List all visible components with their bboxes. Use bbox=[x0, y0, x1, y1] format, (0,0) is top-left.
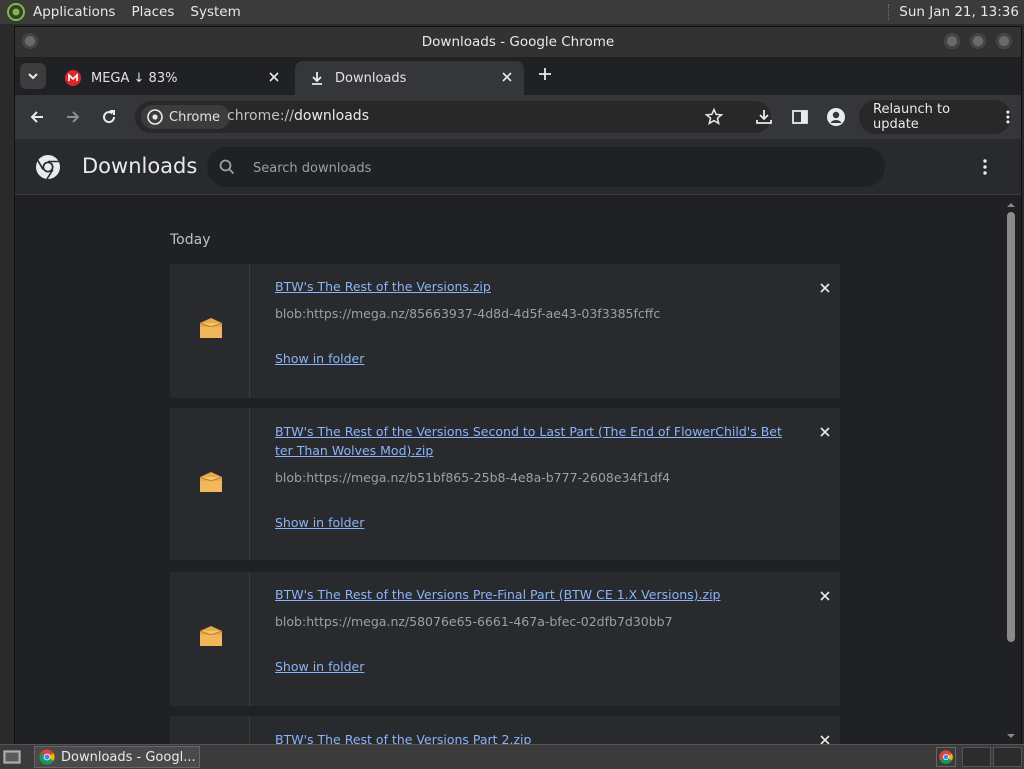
mega-icon bbox=[65, 70, 81, 86]
address-bar[interactable]: Chrome chrome://downloads bbox=[135, 101, 771, 133]
chrome-logo-icon bbox=[39, 749, 55, 765]
profile-avatar-icon[interactable] bbox=[826, 107, 846, 127]
download-filename-link[interactable]: BTW's The Rest of the Versions Second to… bbox=[275, 422, 785, 460]
archive-file-icon bbox=[199, 472, 223, 492]
relaunch-to-update-button[interactable]: Relaunch to update bbox=[859, 100, 1011, 134]
panel-clock[interactable]: Sun Jan 21, 13:36 bbox=[888, 4, 1019, 20]
archive-file-icon bbox=[199, 626, 223, 646]
url-text[interactable]: chrome://downloads bbox=[227, 108, 369, 124]
file-icon-area bbox=[170, 264, 250, 398]
download-source-url: blob:https://mega.nz/b51bf865-25b8-4e8a-… bbox=[275, 470, 671, 485]
window-titlebar[interactable]: Downloads - Google Chrome bbox=[15, 27, 1021, 57]
site-chip-label: Chrome bbox=[169, 109, 220, 125]
close-icon[interactable] bbox=[818, 281, 832, 295]
close-icon[interactable] bbox=[818, 733, 832, 744]
date-section-label: Today bbox=[170, 232, 211, 248]
tab-search-button[interactable] bbox=[20, 63, 46, 89]
page-title: Downloads bbox=[82, 154, 198, 178]
forward-arrow-icon[interactable] bbox=[63, 107, 83, 127]
download-item: BTW's The Rest of the Versions.zip blob:… bbox=[170, 264, 840, 398]
url-host: downloads bbox=[294, 108, 369, 124]
new-tab-icon[interactable] bbox=[537, 66, 553, 82]
scroll-up-icon[interactable] bbox=[1007, 201, 1015, 209]
downloads-list: Today BTW's The Rest of the Versions.zip… bbox=[15, 198, 1003, 744]
archive-file-icon bbox=[199, 318, 223, 338]
url-scheme: chrome:// bbox=[227, 108, 294, 124]
menu-applications[interactable]: Applications bbox=[33, 4, 115, 20]
tab-downloads[interactable]: Downloads bbox=[295, 61, 524, 95]
page-scrollbar[interactable] bbox=[1004, 198, 1018, 744]
distro-logo-icon[interactable] bbox=[7, 3, 25, 21]
more-vert-icon bbox=[1006, 110, 1010, 124]
tab-mega[interactable]: MEGA ↓ 83% bbox=[51, 61, 291, 95]
close-icon[interactable] bbox=[818, 589, 832, 603]
workspace-switcher[interactable] bbox=[962, 747, 1022, 767]
scroll-down-icon[interactable] bbox=[1007, 732, 1015, 740]
more-vert-icon[interactable] bbox=[975, 157, 995, 177]
download-filename-link[interactable]: BTW's The Rest of the Versions.zip bbox=[275, 277, 785, 296]
maximize-button[interactable] bbox=[969, 33, 987, 51]
download-filename-link[interactable]: BTW's The Rest of the Versions Part 2.zi… bbox=[275, 730, 785, 744]
chrome-tray-icon[interactable] bbox=[936, 747, 956, 767]
show-in-folder-link[interactable]: Show in folder bbox=[275, 659, 364, 674]
window-menu-button[interactable] bbox=[21, 33, 39, 51]
show-in-folder-link[interactable]: Show in folder bbox=[275, 351, 364, 366]
download-item: BTW's The Rest of the Versions Part 2.zi… bbox=[170, 716, 840, 744]
workspace-2[interactable] bbox=[993, 747, 1022, 767]
menu-places[interactable]: Places bbox=[131, 4, 174, 20]
back-arrow-icon[interactable] bbox=[27, 107, 47, 127]
side-panel-icon[interactable] bbox=[790, 107, 810, 127]
close-icon[interactable] bbox=[818, 425, 832, 439]
search-icon bbox=[219, 159, 235, 175]
download-source-url: blob:https://mega.nz/85663937-4d8d-4d5f-… bbox=[275, 306, 661, 321]
download-filename-link[interactable]: BTW's The Rest of the Versions Pre-Final… bbox=[275, 585, 785, 604]
show-desktop-icon[interactable] bbox=[2, 747, 22, 767]
downloads-toolbar-icon[interactable] bbox=[754, 107, 774, 127]
tab-strip: MEGA ↓ 83% Downloads bbox=[15, 57, 1021, 95]
search-downloads-input[interactable] bbox=[251, 157, 855, 179]
downloads-header: Downloads bbox=[15, 139, 1021, 195]
site-info-chip[interactable]: Chrome bbox=[141, 105, 230, 129]
menu-system[interactable]: System bbox=[190, 4, 240, 20]
file-icon-area bbox=[170, 716, 250, 744]
taskbar-chrome-window[interactable]: Downloads - Googl... bbox=[34, 746, 200, 768]
minimize-button[interactable] bbox=[943, 33, 961, 51]
download-item: BTW's The Rest of the Versions Pre-Final… bbox=[170, 572, 840, 706]
download-source-url: blob:https://mega.nz/58076e65-6661-467a-… bbox=[275, 614, 673, 629]
window-title: Downloads - Google Chrome bbox=[421, 34, 615, 50]
file-icon-area bbox=[170, 572, 250, 706]
show-in-folder-link[interactable]: Show in folder bbox=[275, 515, 364, 530]
download-item: BTW's The Rest of the Versions Second to… bbox=[170, 408, 840, 560]
relaunch-label: Relaunch to update bbox=[873, 102, 951, 132]
file-icon-area bbox=[170, 408, 250, 560]
bottom-taskbar: Downloads - Googl... bbox=[0, 744, 1024, 769]
chrome-logo-icon bbox=[36, 155, 60, 180]
close-icon[interactable] bbox=[267, 70, 281, 84]
search-downloads-box[interactable] bbox=[207, 147, 885, 187]
bookmark-star-icon[interactable] bbox=[704, 107, 724, 127]
chevron-down-icon bbox=[28, 73, 38, 80]
top-panel: Applications Places System Sun Jan 21, 1… bbox=[0, 0, 1024, 24]
browser-toolbar: Chrome chrome://downloads Relaunch to up… bbox=[15, 95, 1021, 139]
reload-icon[interactable] bbox=[99, 107, 119, 127]
close-window-button[interactable] bbox=[995, 33, 1013, 51]
workspace-1[interactable] bbox=[962, 747, 991, 767]
download-icon bbox=[312, 72, 322, 85]
scrollbar-thumb[interactable] bbox=[1007, 212, 1015, 642]
tab-label: Downloads bbox=[335, 70, 407, 86]
tab-label: MEGA ↓ 83% bbox=[91, 70, 178, 86]
close-icon[interactable] bbox=[500, 70, 514, 84]
taskbar-item-label: Downloads - Googl... bbox=[61, 749, 196, 765]
chrome-logo-icon bbox=[147, 109, 163, 125]
